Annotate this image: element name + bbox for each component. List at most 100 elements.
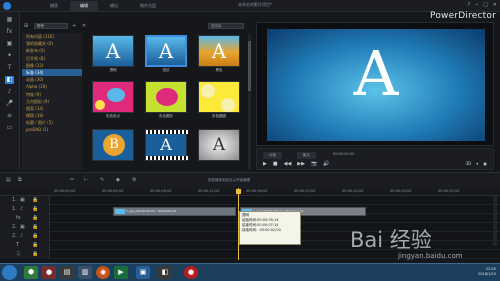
ruler-tick: 00:00:20;00 (294, 189, 316, 193)
powerdirector-taskbar-icon[interactable]: ▣ (136, 266, 150, 279)
start-button[interactable] (2, 265, 17, 280)
delete-icon[interactable]: ✕ (82, 23, 88, 29)
category-item[interactable]: 模版 (18) (22, 112, 82, 119)
category-item[interactable]: 图像 (12) (22, 62, 82, 69)
tab-edit[interactable]: 编辑 (70, 1, 98, 11)
timeline-clip[interactable]: 1.jpg | 00:00:00:00 - 00:00:05:00 (113, 207, 236, 216)
lock-icon[interactable]: 🔒 (32, 197, 38, 203)
taskbar-app-icon[interactable]: ▶ (114, 266, 128, 279)
prev-frame-icon[interactable]: ◀◀ (284, 161, 292, 167)
keyframe-icon[interactable]: ◆ (116, 177, 120, 183)
import-icon[interactable]: ⊞ (24, 23, 30, 29)
lock-icon[interactable]: 🔒 (32, 242, 38, 248)
transition-thumb-coin[interactable]: B (92, 129, 134, 161)
tab-capture[interactable]: 捕获 (40, 1, 68, 11)
3d-button[interactable]: 3D (466, 161, 472, 166)
category-item-selected[interactable]: 标准 (34) (22, 68, 82, 77)
tools-icon[interactable]: ⚙ (132, 177, 136, 183)
play-icon[interactable]: ▶ (263, 161, 267, 167)
category-item[interactable]: Alpha (19) (22, 83, 82, 90)
clip-thumbnail (115, 209, 125, 214)
category-item[interactable]: 新发布 (0) (22, 47, 82, 54)
lock-icon[interactable]: 🔒 (32, 215, 38, 221)
thumb-label: 透明 (109, 68, 117, 72)
taskbar-app-icon[interactable]: ▥ (78, 266, 92, 279)
movie-mode-button[interactable]: 影片 (297, 152, 316, 159)
taskbar-app-icon[interactable]: ⬢ (24, 266, 38, 279)
library-filter-select[interactable]: 所有 (34, 23, 68, 29)
track-manager-icon[interactable]: ▤ (6, 177, 11, 183)
title-room-icon[interactable]: T (5, 64, 14, 72)
transition-thumb-fade[interactable]: A (92, 35, 134, 67)
clip-mode-button[interactable]: 片段 (263, 152, 282, 159)
tab-produce[interactable]: 输出 (100, 1, 128, 11)
help-icon[interactable]: ? (467, 2, 470, 8)
firefox-icon[interactable]: ◉ (96, 266, 110, 279)
voice-record-icon[interactable]: 🎤 (5, 100, 14, 108)
particle-room-icon[interactable]: ✦ (5, 52, 14, 60)
category-item[interactable]: 所有内容 (116) (22, 33, 82, 40)
library-toolbar: ⊞ 所有 + ✕ 搜索库 (20, 21, 250, 31)
category-item[interactable]: 动画 (30) (22, 76, 82, 83)
tab-create-disc[interactable]: 制作光盘 (130, 1, 166, 11)
transition-thumb-film[interactable]: A (145, 129, 188, 161)
dropdown-icon[interactable]: ▾ (476, 161, 478, 166)
title-bar: 捕获 编辑 输出 制作光盘 未命名的影片项目* ? ─ □ ✕ (0, 0, 500, 12)
scrollbar-thumb[interactable] (248, 41, 251, 91)
category-item[interactable]: 几何图形 (9) (22, 98, 82, 105)
category-item[interactable]: 图案 (14) (22, 105, 82, 112)
system-clock[interactable]: 22:05 2018/1/10 (478, 267, 496, 277)
windows-taskbar: ⬢ ● ▤ ▥ ◉ ▶ ▣ ◧ ● 22:05 2018/1/10 (0, 263, 500, 281)
timeline-ruler[interactable]: 00:00:00;00 00:00:04;00 00:00:08;00 00:0… (0, 188, 500, 196)
track-label: 1. (12, 197, 17, 203)
transition-thumb-black[interactable]: A (198, 35, 240, 67)
pip-room-icon[interactable]: ▣ (5, 40, 14, 48)
category-item[interactable]: 特效 (9) (22, 91, 82, 98)
lock-icon[interactable]: 🔒 (32, 233, 38, 239)
close-icon[interactable]: ✕ (493, 2, 497, 8)
lock-icon[interactable]: 🔒 (32, 224, 38, 230)
taskbar-app-icon[interactable]: ● (42, 266, 56, 279)
transition-thumb-color-circles[interactable] (145, 81, 187, 113)
audio-mix-room-icon[interactable]: ♪ (5, 88, 14, 96)
brand-name: PowerDirector (430, 11, 496, 21)
library-search-input[interactable]: 搜索库 (208, 23, 244, 29)
add-icon[interactable]: + (72, 23, 78, 29)
split-icon[interactable]: ✂ (70, 177, 74, 183)
chapter-room-icon[interactable]: ≡ (5, 112, 14, 120)
taskbar-app-icon[interactable]: ▤ (60, 266, 74, 279)
lock-icon[interactable]: 🔒 (32, 206, 38, 212)
subtitle-room-icon[interactable]: ▭ (5, 124, 14, 132)
category-item[interactable]: proDAD (1) (22, 126, 82, 133)
stop-icon[interactable]: ■ (273, 161, 278, 167)
snap-icon[interactable]: ⧉ (18, 177, 22, 183)
grey-letter: A (212, 135, 226, 155)
volume-icon[interactable]: 🔊 (323, 161, 329, 167)
transition-thumb-color-rings[interactable] (198, 81, 240, 113)
category-item[interactable]: 我的收藏夹 (0) (22, 40, 82, 47)
minimize-icon[interactable]: ─ (475, 2, 478, 8)
snapshot-icon[interactable]: 📷 (311, 161, 317, 167)
trim-icon[interactable]: ⊢ (84, 177, 88, 183)
maximize-icon[interactable]: □ (483, 2, 488, 8)
fix-enhance-icon[interactable]: ✎ (100, 177, 104, 183)
library-scrollbar[interactable] (248, 33, 251, 170)
detach-icon[interactable]: ▣ (483, 161, 487, 166)
transition-thumb-wave[interactable]: A (145, 35, 187, 67)
media-room-icon[interactable]: ▦ (5, 16, 14, 24)
category-item[interactable]: 标题 / 图片 (5) (22, 119, 82, 126)
timeline-vertical-scrollbar[interactable] (493, 196, 497, 246)
recorder-icon[interactable]: ● (184, 266, 198, 279)
next-frame-icon[interactable]: ▶▶ (297, 161, 305, 167)
ruler-tick: 00:00:28;00 (390, 189, 412, 193)
transition-thumb-color-spots[interactable] (92, 81, 134, 113)
audio-track-icon: ♪ (20, 233, 24, 239)
playhead-handle[interactable] (236, 189, 241, 194)
transition-thumb-grey[interactable]: A (198, 129, 240, 161)
taskbar-app-icon[interactable]: ◧ (158, 266, 172, 279)
transition-room-icon[interactable]: ◧ (5, 76, 14, 84)
lock-icon[interactable]: 🔒 (32, 251, 38, 257)
track-label: 1. (12, 206, 17, 212)
category-item[interactable]: 打开帧 (8) (22, 55, 82, 62)
fx-room-icon[interactable]: fx (5, 28, 14, 36)
